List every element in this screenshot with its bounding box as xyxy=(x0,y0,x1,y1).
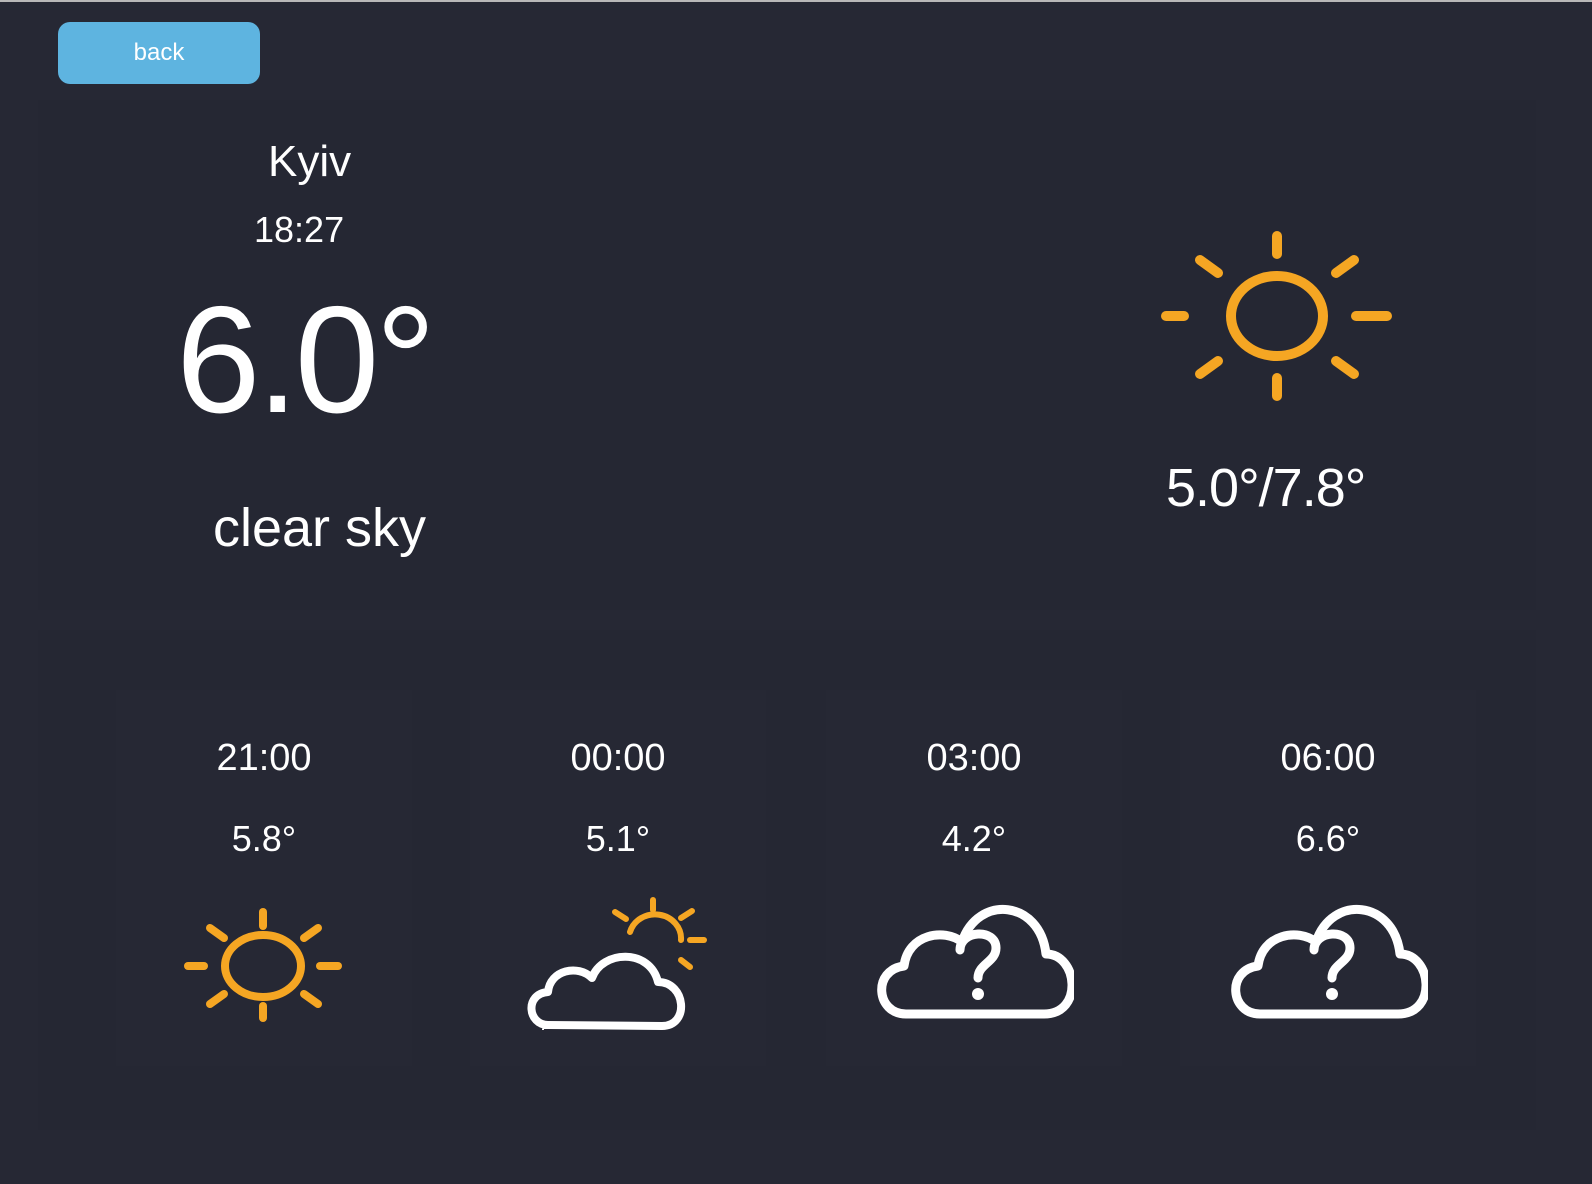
partly-cloudy-icon xyxy=(518,890,718,1034)
top-border xyxy=(0,0,1592,2)
city-name: Kyiv xyxy=(268,137,352,186)
sun-icon xyxy=(1156,226,1396,406)
forecast-time: 00:00 xyxy=(570,737,666,779)
forecast-card: 21:00 5.8° xyxy=(116,690,412,1066)
forecast-temperature: 6.6° xyxy=(1295,818,1361,859)
back-button[interactable]: back xyxy=(58,22,260,84)
forecast-card: 00:00 5.1° xyxy=(470,690,766,1066)
forecast-card: 03:00 4.2° xyxy=(826,690,1122,1066)
unknown-weather-cloud-icon xyxy=(874,890,1077,1030)
forecast-temperature: 5.8° xyxy=(231,818,297,859)
sun-icon xyxy=(164,890,364,1030)
forecast-time: 03:00 xyxy=(926,737,1022,779)
current-temperature: 6.0° xyxy=(176,275,436,445)
forecast-temperature: 4.2° xyxy=(941,818,1007,859)
forecast-temperature: 5.1° xyxy=(585,818,651,859)
unknown-weather-cloud-icon xyxy=(1228,890,1431,1030)
current-time: 18:27 xyxy=(254,209,345,250)
temperature-range: 5.0°/7.8° xyxy=(1166,458,1366,518)
forecast-time: 06:00 xyxy=(1280,737,1376,779)
forecast-time: 21:00 xyxy=(216,737,312,779)
forecast-card: 06:00 6.6° xyxy=(1180,690,1476,1066)
weather-description: clear sky xyxy=(213,498,427,558)
